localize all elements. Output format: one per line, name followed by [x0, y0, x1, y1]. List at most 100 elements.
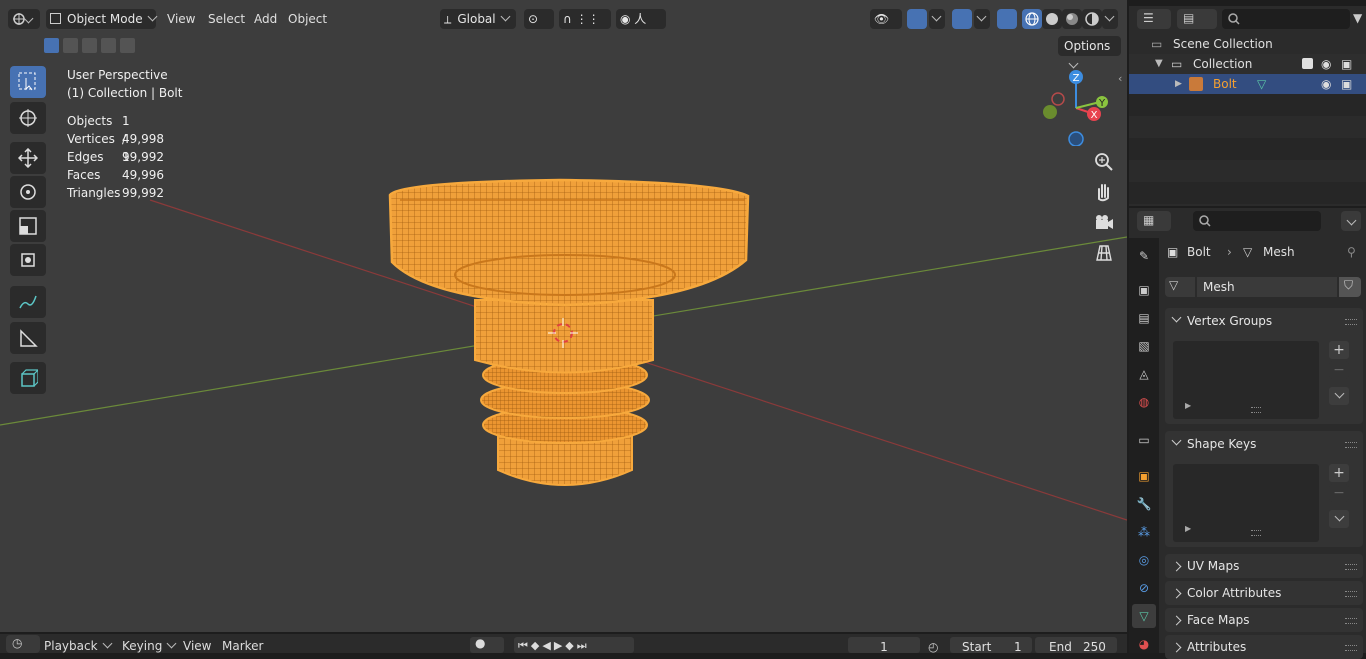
- panel-color-attributes[interactable]: Color Attributes: [1165, 581, 1363, 605]
- select-invert-button[interactable]: [101, 38, 116, 53]
- mesh-data-icon[interactable]: ▽: [1257, 74, 1266, 94]
- camera-icon[interactable]: ▣: [1341, 74, 1352, 94]
- gizmo-dropdown[interactable]: [929, 9, 945, 29]
- shading-solid-button[interactable]: [1042, 9, 1062, 29]
- snap-toggle[interactable]: ∩ ⋮⋮: [559, 9, 611, 29]
- vertex-group-specials-button[interactable]: [1329, 387, 1349, 405]
- zoom-button[interactable]: [1091, 149, 1117, 175]
- select-extend-button[interactable]: [63, 38, 78, 53]
- transform-orientation-dropdown[interactable]: ⟂ Global: [440, 9, 516, 29]
- shading-dropdown[interactable]: [1102, 9, 1118, 29]
- mesh-data-tab-icon[interactable]: ▽: [1132, 604, 1156, 628]
- remove-shape-key-button[interactable]: −: [1329, 484, 1349, 502]
- timeline-editor-type[interactable]: ◷: [6, 635, 40, 653]
- panel-collapse-icon[interactable]: [1171, 615, 1182, 626]
- view-layer-tab-icon[interactable]: ▧: [1132, 334, 1156, 358]
- proportional-edit-toggle[interactable]: ◉ 人: [616, 9, 666, 29]
- panel-expand-icon[interactable]: [1171, 435, 1182, 446]
- exclude-checkbox[interactable]: [1302, 58, 1313, 69]
- expand-arrow-icon[interactable]: ▶: [1185, 524, 1191, 533]
- camera-view-button[interactable]: [1091, 210, 1117, 236]
- material-tab-icon[interactable]: ◕: [1132, 632, 1156, 656]
- panel-face-maps[interactable]: Face Maps: [1165, 608, 1363, 632]
- fake-user-button[interactable]: ⛉: [1339, 277, 1361, 297]
- pan-button[interactable]: [1091, 179, 1117, 205]
- xray-toggle[interactable]: [997, 9, 1017, 29]
- perspective-toggle-button[interactable]: [1091, 240, 1117, 266]
- select-new-button[interactable]: [44, 38, 59, 53]
- scene-tab-icon[interactable]: ◬: [1132, 362, 1156, 386]
- output-tab-icon[interactable]: ▤: [1132, 306, 1156, 330]
- select-intersect-button[interactable]: [120, 38, 135, 53]
- end-frame-field[interactable]: End 250: [1035, 637, 1117, 654]
- panel-collapse-icon[interactable]: [1171, 588, 1182, 599]
- world-tab-icon[interactable]: ◍: [1132, 390, 1156, 414]
- render-tab-icon[interactable]: ▣: [1132, 278, 1156, 302]
- physics-tab-icon[interactable]: ◎: [1132, 548, 1156, 572]
- add-shape-key-button[interactable]: +: [1329, 464, 1349, 482]
- playback-controls[interactable]: ⏮◆◀▶◆⏭: [514, 637, 634, 653]
- vertex-groups-list[interactable]: ▶: [1173, 341, 1319, 419]
- expand-arrow-icon[interactable]: ▶: [1175, 74, 1182, 94]
- 3d-viewport[interactable]: Object Mode View Select Add Object ⟂ Glob…: [0, 0, 1127, 632]
- menu-add[interactable]: Add: [254, 6, 277, 32]
- eye-icon[interactable]: ◉: [1321, 74, 1331, 94]
- navigation-gizmo[interactable]: Z X Y: [1036, 66, 1116, 146]
- resize-handle-icon[interactable]: [1251, 407, 1261, 413]
- menu-playback[interactable]: Playback: [44, 634, 112, 653]
- current-frame-field[interactable]: 1: [848, 637, 920, 654]
- outliner-collection[interactable]: ▼ ▭ Collection ◉ ▣: [1129, 54, 1366, 74]
- mesh-name-field[interactable]: Mesh: [1197, 277, 1337, 297]
- menu-keying[interactable]: Keying: [122, 634, 177, 653]
- select-box-tool[interactable]: [10, 66, 46, 98]
- pivot-point-dropdown[interactable]: ⊙: [524, 9, 554, 29]
- remove-vertex-group-button[interactable]: −: [1329, 361, 1349, 379]
- drag-handle-icon[interactable]: [1345, 618, 1357, 624]
- gizmo-toggle[interactable]: [907, 9, 927, 29]
- filter-icon[interactable]: ▼: [1353, 11, 1365, 27]
- menu-marker[interactable]: Marker: [222, 634, 263, 653]
- scale-tool[interactable]: [10, 210, 46, 242]
- shading-wireframe-button[interactable]: [1022, 9, 1042, 29]
- menu-view[interactable]: View: [167, 6, 195, 32]
- drag-handle-icon[interactable]: [1345, 442, 1357, 448]
- auto-keying-toggle[interactable]: ●: [470, 636, 504, 653]
- add-vertex-group-button[interactable]: +: [1329, 341, 1349, 359]
- properties-search-input[interactable]: [1193, 211, 1321, 231]
- pin-icon[interactable]: ⚲: [1347, 242, 1356, 262]
- shading-rendered-button[interactable]: [1082, 9, 1102, 29]
- annotate-tool[interactable]: [10, 286, 46, 318]
- modifier-tab-icon[interactable]: 🔧: [1132, 492, 1156, 516]
- collection-tab-icon[interactable]: ▭: [1132, 428, 1156, 452]
- transform-tool[interactable]: [10, 244, 46, 276]
- panel-uv-maps[interactable]: UV Maps: [1165, 554, 1363, 578]
- menu-select[interactable]: Select: [208, 6, 245, 32]
- camera-icon[interactable]: ▣: [1341, 54, 1352, 74]
- measure-tool[interactable]: [10, 322, 46, 354]
- overlays-dropdown[interactable]: [974, 9, 990, 29]
- panel-collapse-icon[interactable]: [1171, 642, 1182, 653]
- drag-handle-icon[interactable]: [1345, 645, 1357, 651]
- overlays-toggle[interactable]: [952, 9, 972, 29]
- shape-key-specials-button[interactable]: [1329, 510, 1349, 528]
- outliner-editor-type[interactable]: ☰: [1137, 9, 1171, 29]
- outliner-scene-collection[interactable]: ▭ Scene Collection: [1129, 34, 1366, 54]
- display-mode-dropdown[interactable]: ▤: [1177, 9, 1217, 29]
- shading-material-button[interactable]: [1062, 9, 1082, 29]
- constraints-tab-icon[interactable]: ⊘: [1132, 576, 1156, 600]
- collapse-arrow-icon[interactable]: ▼: [1155, 54, 1163, 74]
- tool-tab-icon[interactable]: ✎: [1132, 244, 1156, 268]
- expand-arrow-icon[interactable]: ▶: [1185, 401, 1191, 410]
- visibility-dropdown[interactable]: 👁: [870, 9, 902, 29]
- object-tab-icon[interactable]: ▣: [1132, 464, 1156, 488]
- mode-selector[interactable]: Object Mode: [46, 9, 158, 29]
- add-cube-tool[interactable]: [10, 362, 46, 394]
- outliner-search-input[interactable]: [1222, 9, 1350, 29]
- drag-handle-icon[interactable]: [1345, 319, 1357, 325]
- panel-attributes[interactable]: Attributes: [1165, 635, 1363, 659]
- select-subtract-button[interactable]: [82, 38, 97, 53]
- sidebar-toggle-icon[interactable]: ‹: [1118, 72, 1126, 88]
- options-dropdown[interactable]: Options: [1058, 36, 1121, 69]
- move-tool[interactable]: [10, 142, 46, 174]
- panel-collapse-icon[interactable]: [1171, 561, 1182, 572]
